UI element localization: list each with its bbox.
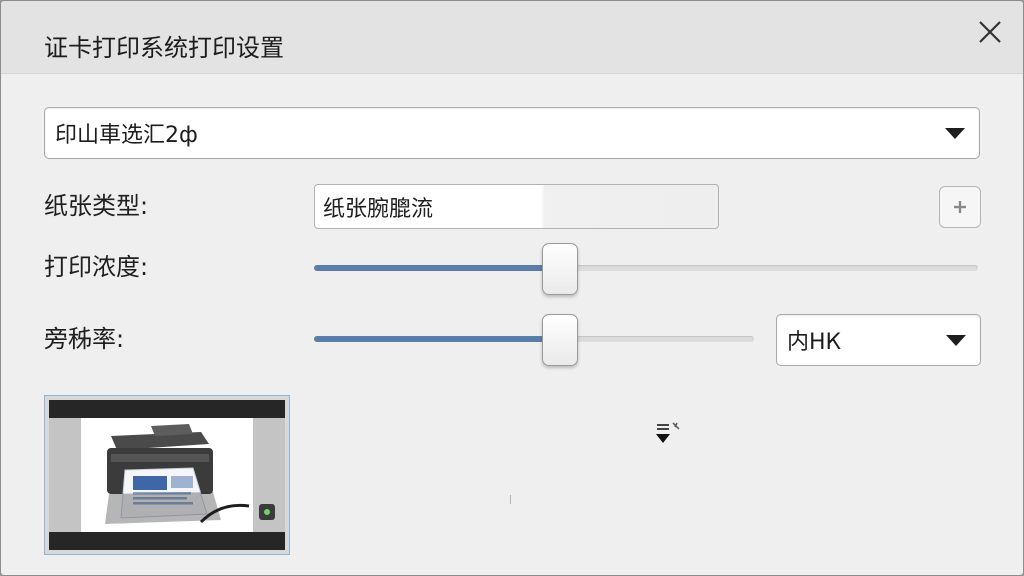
close-icon [979,21,1001,43]
resolution-select-value: 内НК [787,330,842,355]
print-preview-thumbnail[interactable] [44,395,290,555]
preview-bottom-bar [49,532,285,550]
printer-select-value: 印山車选汇2ф [55,123,198,148]
resolution-slider[interactable] [314,314,754,366]
paper-type-field[interactable]: 纸张腕膍流 [314,184,719,229]
slider-fill [314,336,561,342]
pointer-cursor-icon [653,421,683,451]
preview-top-bar [49,400,285,418]
add-paper-type-button[interactable] [939,186,981,228]
chevron-down-icon [946,335,966,346]
slider-thumb[interactable] [541,243,578,295]
plus-icon [954,201,966,213]
printer-select[interactable]: 印山車选汇2ф [44,107,980,159]
preview-side-panel [49,418,81,532]
tick-mark [510,495,511,504]
resolution-select[interactable]: 内НК [776,314,981,366]
window-title: 证卡打印系统打印设置 [44,34,284,62]
chevron-down-icon [945,128,965,139]
paper-type-value: 纸张腕膍流 [323,196,434,222]
status-led-icon [259,504,275,520]
slider-thumb[interactable] [542,314,579,366]
paper-type-label: 纸张类型: [44,192,149,220]
slider-fill [314,265,560,271]
print-settings-dialog: 证卡打印系统打印设置 印山車选汇2ф 纸张类型: 纸张腕膍流 打印浓度: 旁秭率… [0,0,1024,576]
close-button[interactable] [973,15,1007,49]
resolution-label: 旁秭率: [44,325,125,353]
printer-image [81,418,253,532]
title-bar: 证卡打印系统打印设置 [1,1,1023,74]
print-density-label: 打印浓度: [44,253,149,281]
print-density-slider[interactable] [314,243,978,295]
printer-icon [105,424,250,524]
